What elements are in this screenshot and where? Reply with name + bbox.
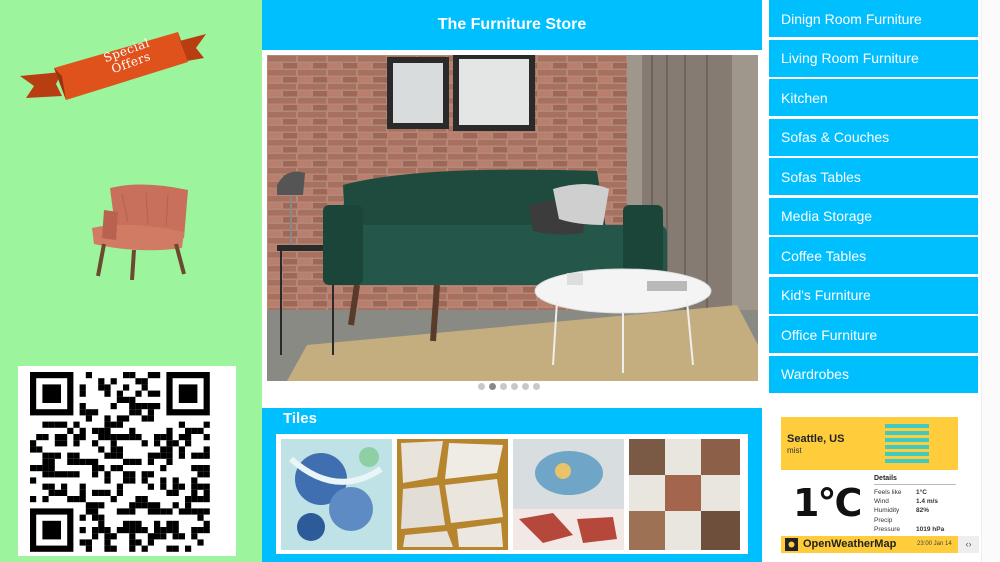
menu-item[interactable]: Coffee Tables	[769, 237, 978, 274]
weather-timestamp: 23:00 Jan 14	[917, 541, 952, 547]
menu-item[interactable]: Kid's Furniture	[769, 276, 978, 314]
menu-item[interactable]: Wardrobes	[769, 355, 978, 393]
category-menu: Dinign Room Furniture Living Room Furnitu…	[769, 0, 978, 395]
menu-item[interactable]: Office Furniture	[769, 316, 978, 353]
main-content: The Furniture Store Tiles	[262, 0, 764, 562]
collapse-icon[interactable]: ‹›	[958, 536, 979, 553]
scrollbar[interactable]	[981, 0, 1000, 562]
weather-detail-row: Humidity 82%	[874, 506, 956, 515]
tile-image-stone-mosaic[interactable]	[397, 439, 508, 550]
weather-footer[interactable]: OpenWeatherMap 23:00 Jan 14	[781, 536, 958, 553]
weather-description: mist	[787, 446, 802, 455]
right-panel: Dinign Room Furniture Living Room Furnitu…	[764, 0, 1000, 562]
carousel-slide[interactable]	[267, 55, 758, 381]
tile-image-blue-floral[interactable]	[281, 439, 392, 550]
carousel-dot[interactable]	[522, 383, 529, 390]
left-panel: Special Offers	[0, 0, 262, 562]
tiles-gallery	[276, 434, 748, 554]
carousel-dot[interactable]	[500, 383, 507, 390]
weather-widget: Seattle, US mist 1°C Details Feels like 1…	[781, 417, 979, 557]
weather-detail-label: Pressure	[874, 525, 901, 533]
menu-item[interactable]: Dinign Room Furniture	[769, 0, 978, 37]
weather-detail-label: Wind	[874, 498, 889, 506]
weather-detail-row: Precip	[874, 516, 956, 525]
menu-item[interactable]: Living Room Furniture	[769, 39, 978, 77]
armchair-image	[88, 182, 200, 282]
carousel-dot[interactable]	[489, 383, 496, 390]
weather-temperature: 1°C	[793, 481, 862, 525]
carousel-dots	[478, 383, 540, 390]
weather-detail-row: Pressure 1019 hPa	[874, 525, 956, 534]
weather-details-title: Details	[874, 475, 956, 485]
menu-item[interactable]: Sofas Tables	[769, 158, 978, 195]
weather-detail-value: 1°C	[916, 489, 927, 496]
weather-detail-value: 1.4 m/s	[916, 498, 939, 506]
weather-detail-value: 1019 hPa	[916, 525, 945, 533]
weather-detail-value: 82%	[916, 507, 930, 515]
carousel-dot[interactable]	[533, 383, 540, 390]
tile-image-fish-mosaic[interactable]	[513, 439, 624, 550]
tile-image-checker[interactable]	[629, 439, 740, 550]
weather-detail-row: Feels like 1°C	[874, 488, 956, 497]
weather-brand: OpenWeatherMap	[803, 538, 897, 550]
tiles-title: Tiles	[283, 410, 317, 427]
weather-detail-label: Feels like	[874, 489, 902, 496]
weather-city: Seattle, US	[787, 433, 845, 445]
weather-header: Seattle, US mist	[781, 417, 958, 470]
qr-code	[18, 366, 236, 556]
weather-detail-label: Precip	[874, 516, 893, 524]
menu-item[interactable]: Media Storage	[769, 197, 978, 235]
tiles-section: Tiles	[262, 408, 762, 562]
carousel-dot[interactable]	[478, 383, 485, 390]
store-title: The Furniture Store	[262, 0, 762, 50]
weather-details: Details Feels like 1°C Wind 1.4 m/s Humidity…	[874, 475, 956, 534]
sun-icon	[785, 538, 798, 551]
menu-item[interactable]: Kitchen	[769, 79, 978, 116]
mist-icon	[885, 424, 929, 463]
menu-item[interactable]: Sofas & Couches	[769, 118, 978, 156]
carousel-dot[interactable]	[511, 383, 518, 390]
weather-detail-row: Wind 1.4 m/s	[874, 497, 956, 506]
weather-detail-label: Humidity	[874, 507, 900, 515]
living-room-image	[267, 55, 758, 381]
